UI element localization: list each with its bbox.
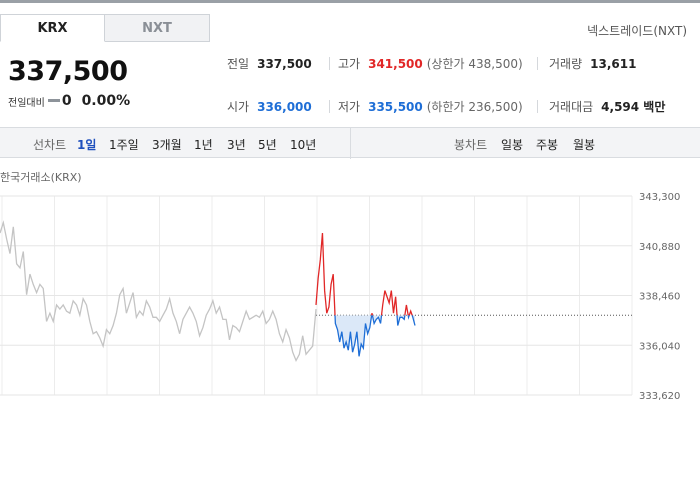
change-label: 전일대비 — [8, 97, 45, 109]
series-line-today-up — [315, 232, 413, 316]
stat-value: 341,500 — [368, 57, 423, 71]
stat-sub: (하한가 236,500) — [426, 100, 523, 114]
series-line-today-down — [334, 315, 416, 357]
y-tick-label: 343,300 — [639, 192, 680, 203]
period-1d[interactable]: 1일 — [77, 136, 96, 153]
candle-daily[interactable]: 일봉 — [501, 136, 523, 153]
period-1w[interactable]: 1주일 — [109, 136, 139, 153]
change-value: 0 — [61, 93, 72, 109]
divider — [537, 57, 538, 70]
candle-chart-label: 봉차트 — [454, 138, 488, 152]
price-change-row: 전일대비 0 0.00% — [8, 93, 130, 109]
stat-label: 고가 — [338, 57, 361, 71]
stat-value: 335,500 — [368, 100, 423, 114]
current-price: 337,500 — [8, 56, 128, 87]
stat-label: 거래대금 — [549, 100, 594, 114]
stat-low: 저가 335,500 (하한가 236,500) — [338, 98, 523, 115]
stat-label: 전일 — [227, 57, 250, 71]
stat-label: 저가 — [338, 100, 361, 114]
top-border — [0, 0, 700, 3]
stat-value: 336,000 — [257, 100, 312, 114]
divider — [350, 128, 351, 159]
y-tick-label: 336,040 — [639, 341, 680, 352]
period-3y[interactable]: 3년 — [227, 136, 246, 153]
nxt-link[interactable]: 넥스트레이드(NXT) — [587, 22, 687, 39]
series-line-previous — [0, 220, 317, 362]
tab-krx[interactable]: KRX — [0, 14, 105, 42]
y-tick-label: 333,620 — [639, 391, 680, 400]
stat-label: 시가 — [227, 100, 250, 114]
tab-nxt[interactable]: NXT — [105, 14, 210, 42]
stat-sub: (상한가 438,500) — [426, 57, 523, 71]
period-3m[interactable]: 3개월 — [152, 136, 182, 153]
divider — [329, 57, 330, 70]
divider — [329, 100, 330, 113]
change-percent: 0.00% — [81, 93, 131, 109]
stat-value: 4,594 백만 — [601, 100, 666, 114]
exchange-label: 한국거래소(KRX) — [0, 171, 82, 184]
period-bar: 선차트 1일 1주일 3개월 1년 3년 5년 10년 봉차트 일봉 주봉 월봉 — [0, 127, 700, 159]
y-tick-label: 340,880 — [639, 242, 680, 253]
period-10y[interactable]: 10년 — [290, 136, 316, 153]
stat-open: 시가 336,000 — [227, 98, 312, 115]
stat-amount: 거래대금 4,594 백만 — [549, 98, 665, 115]
stat-label: 거래량 — [549, 57, 583, 71]
candle-weekly[interactable]: 주봉 — [536, 136, 558, 153]
period-1y[interactable]: 1년 — [194, 136, 213, 153]
divider — [537, 100, 538, 113]
area-below-baseline — [316, 315, 415, 357]
period-5y[interactable]: 5년 — [258, 136, 277, 153]
stat-value: 337,500 — [257, 57, 312, 71]
chart-svg: 343,300 340,880 338,460 336,040 333,620 — [0, 192, 680, 400]
candle-monthly[interactable]: 월봉 — [573, 136, 595, 153]
stat-high: 고가 341,500 (상한가 438,500) — [338, 55, 523, 72]
intraday-chart: 343,300 340,880 338,460 336,040 333,620 — [0, 185, 700, 400]
line-chart-label: 선차트 — [33, 138, 67, 152]
stat-value: 13,611 — [590, 57, 637, 71]
flat-change-icon — [47, 98, 60, 102]
market-tabs: KRX NXT — [0, 14, 210, 42]
y-tick-label: 338,460 — [639, 292, 680, 303]
stat-volume: 거래량 13,611 — [549, 55, 636, 72]
stat-prev-close: 전일 337,500 — [227, 55, 312, 72]
